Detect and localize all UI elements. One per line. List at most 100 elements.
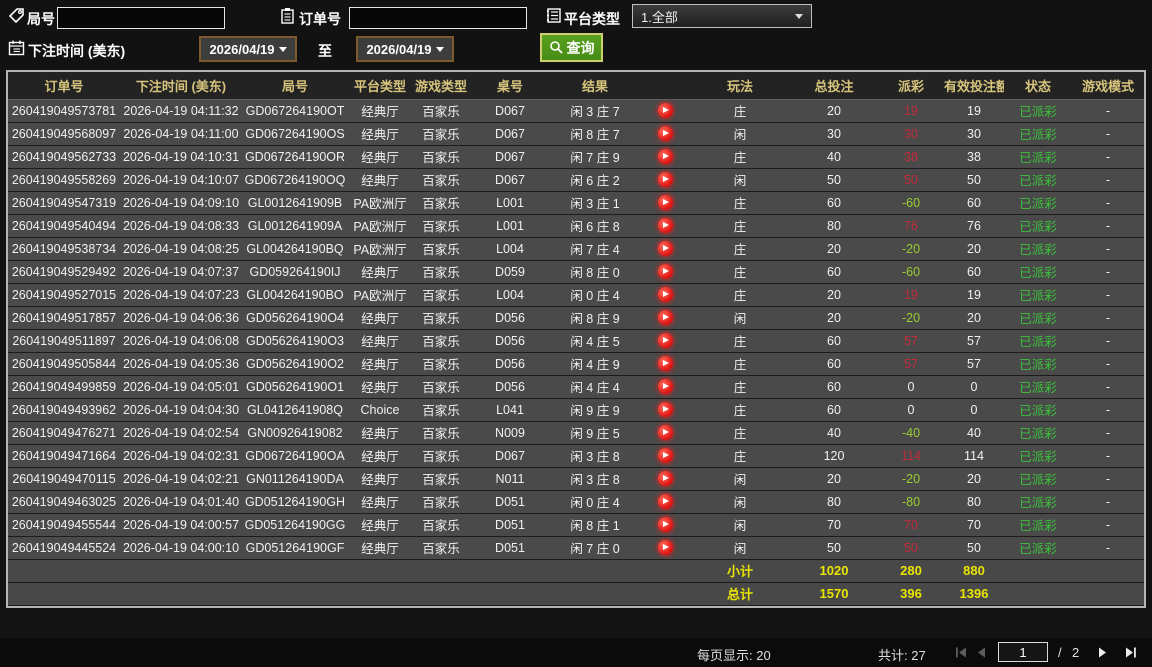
table-no-cell: D067 — [470, 167, 550, 192]
game-no-cell: GN00926419082 — [242, 420, 348, 445]
payout-cell: -20 — [878, 236, 944, 261]
total-bet-cell: 20 — [790, 466, 878, 491]
payout-cell: 19 — [878, 282, 944, 307]
game-no-input[interactable] — [57, 7, 225, 29]
total-bet-cell: 60 — [790, 351, 878, 376]
table-no-cell: L001 — [470, 190, 550, 215]
platform-cell: 经典厅 — [348, 305, 412, 330]
play-icon[interactable] — [657, 264, 673, 280]
status-cell: 已派彩 — [1004, 535, 1072, 560]
game-mode-cell: - — [1072, 443, 1144, 468]
play-icon[interactable] — [657, 425, 673, 441]
game-type-cell: 百家乐 — [412, 374, 470, 399]
game-no-cell: GD067264190OA — [242, 443, 348, 468]
subtotal-valid-bet: 880 — [944, 558, 1004, 583]
page-separator: / — [1058, 645, 1062, 660]
order-no-input[interactable] — [349, 7, 527, 29]
order-no-cell: 260419049455544 — [8, 512, 120, 537]
order-no-cell: 260419049573781 — [8, 99, 120, 123]
table-no-cell: D067 — [470, 99, 550, 123]
play-icon[interactable] — [657, 448, 673, 464]
wager-type-cell: 闲 — [690, 489, 790, 514]
wager-type-cell: 闲 — [690, 512, 790, 537]
page-number-input[interactable] — [998, 642, 1048, 662]
order-no-cell: 260419049463025 — [8, 489, 120, 514]
status-cell: 已派彩 — [1004, 397, 1072, 422]
status-cell: 已派彩 — [1004, 236, 1072, 261]
play-icon[interactable] — [657, 195, 673, 211]
column-header: 总投注 — [790, 72, 878, 100]
order-no-cell: 260419049493962 — [8, 397, 120, 422]
play-icon[interactable] — [657, 218, 673, 234]
platform-cell: 经典厅 — [348, 489, 412, 514]
result-cell: 闲 9 庄 9 — [550, 397, 640, 422]
play-icon[interactable] — [657, 172, 673, 188]
wager-type-cell: 庄 — [690, 328, 790, 353]
column-header: 有效投注额 — [944, 72, 1004, 100]
play-icon[interactable] — [657, 494, 673, 510]
platform-cell: PA欧洲厅 — [348, 190, 412, 215]
payout-cell: 50 — [878, 167, 944, 192]
play-icon[interactable] — [657, 310, 673, 326]
last-page-icon[interactable] — [1124, 646, 1138, 659]
game-type-cell: 百家乐 — [412, 167, 470, 192]
wager-type-cell: 闲 — [690, 466, 790, 491]
date-to-picker[interactable]: 2026/04/19 — [356, 36, 454, 62]
play-icon[interactable] — [657, 517, 673, 533]
game-no-cell: GD056264190O4 — [242, 305, 348, 330]
game-no-cell: GL0012641909A — [242, 213, 348, 238]
next-page-icon[interactable] — [1096, 646, 1110, 659]
play-icon[interactable] — [657, 103, 673, 119]
table-row: 260419049470115 2026-04-19 04:02:21 GN01… — [8, 466, 1144, 491]
table-row: 260419049445524 2026-04-19 04:00:10 GD05… — [8, 535, 1144, 560]
bet-time-cell: 2026-04-19 04:05:36 — [120, 351, 242, 376]
platform-cell: 经典厅 — [348, 328, 412, 353]
total-count-label: 共计: 27 — [878, 648, 926, 663]
platform-type-select[interactable]: 1.全部 — [632, 4, 812, 28]
play-icon[interactable] — [657, 471, 673, 487]
game-no-cell: GD056264190O3 — [242, 328, 348, 353]
play-icon[interactable] — [657, 379, 673, 395]
platform-cell: PA欧洲厅 — [348, 236, 412, 261]
platform-cell: 经典厅 — [348, 374, 412, 399]
play-icon[interactable] — [657, 126, 673, 142]
bet-time-cell: 2026-04-19 04:06:36 — [120, 305, 242, 330]
result-cell: 闲 3 庄 1 — [550, 190, 640, 215]
first-page-icon[interactable] — [955, 646, 969, 659]
replay-cell — [640, 213, 690, 238]
search-icon — [549, 41, 563, 54]
play-icon[interactable] — [657, 333, 673, 349]
play-icon[interactable] — [657, 287, 673, 303]
status-cell: 已派彩 — [1004, 167, 1072, 192]
game-no-cell: GD059264190IJ — [242, 259, 348, 284]
order-no-cell: 260419049540494 — [8, 213, 120, 238]
column-header: 游戏类型 — [412, 72, 470, 100]
play-icon[interactable] — [657, 241, 673, 257]
game-mode-cell: - — [1072, 512, 1144, 537]
bet-time-cell: 2026-04-19 04:11:00 — [120, 121, 242, 146]
bet-time-cell: 2026-04-19 04:04:30 — [120, 397, 242, 422]
play-icon[interactable] — [657, 356, 673, 372]
platform-cell: 经典厅 — [348, 512, 412, 537]
total-bet-cell: 20 — [790, 236, 878, 261]
total-bet-cell: 60 — [790, 397, 878, 422]
bet-time-cell: 2026-04-19 04:05:01 — [120, 374, 242, 399]
bet-time-cell: 2026-04-19 04:02:31 — [120, 443, 242, 468]
game-mode-cell: - — [1072, 328, 1144, 353]
result-cell: 闲 3 庄 8 — [550, 443, 640, 468]
play-icon[interactable] — [657, 402, 673, 418]
date-from-picker[interactable]: 2026/04/19 — [199, 36, 297, 62]
wager-type-cell: 闲 — [690, 305, 790, 330]
order-no-cell: 260419049470115 — [8, 466, 120, 491]
play-icon[interactable] — [657, 540, 673, 556]
prev-page-icon[interactable] — [975, 646, 989, 659]
table-row: 260419049499859 2026-04-19 04:05:01 GD05… — [8, 374, 1144, 399]
replay-cell — [640, 121, 690, 146]
result-cell: 闲 4 庄 5 — [550, 328, 640, 353]
total-pages: 2 — [1072, 645, 1080, 660]
table-no-cell: N009 — [470, 420, 550, 445]
valid-bet-cell: 76 — [944, 213, 1004, 238]
search-button[interactable]: 查询 — [540, 33, 603, 62]
replay-cell — [640, 328, 690, 353]
play-icon[interactable] — [657, 149, 673, 165]
